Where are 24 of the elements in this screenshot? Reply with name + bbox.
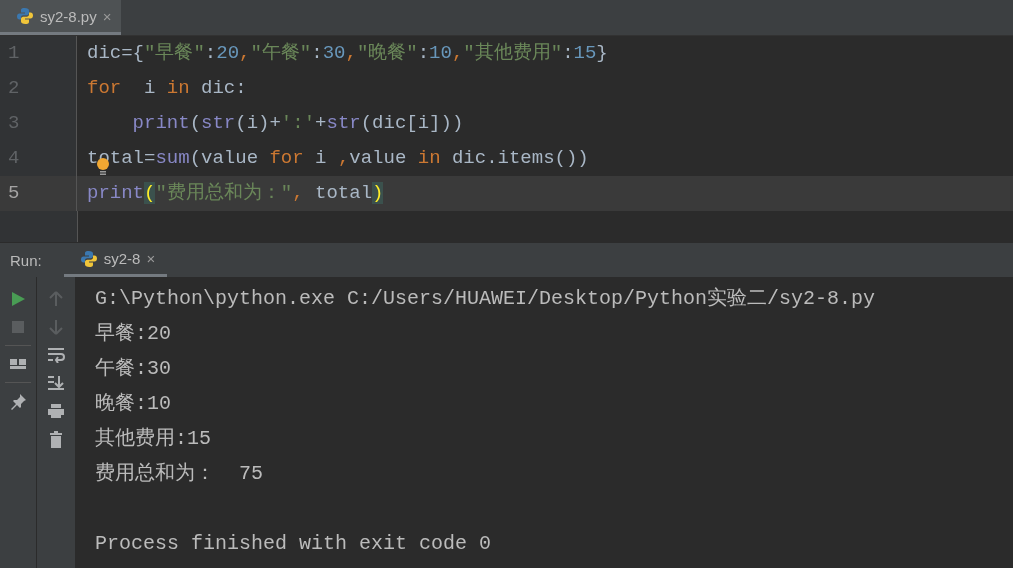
trash-icon[interactable] [49, 431, 63, 449]
line-number: 5 [0, 176, 77, 211]
close-icon[interactable]: × [102, 7, 112, 25]
printer-icon[interactable] [47, 403, 65, 419]
scroll-to-end-icon[interactable] [47, 375, 65, 391]
soft-wrap-icon[interactable] [47, 347, 65, 363]
python-icon [16, 7, 34, 25]
pin-icon[interactable] [9, 393, 27, 411]
editor-tab[interactable]: sy2-8.py × [0, 0, 122, 35]
run-label: Run: [9, 251, 43, 269]
code-line: dic={"早餐":20,"午餐":30,"晚餐":10,"其他费用":15} [86, 41, 609, 66]
console-line: 早餐:20 [95, 321, 172, 347]
python-icon [79, 249, 98, 268]
close-icon[interactable]: × [146, 250, 156, 267]
console-line: G:\Python\python.exe C:/Users/HUAWEI/Desktop/Python实验二/sy2-8.py [95, 286, 877, 312]
console-line: 费用总和为： 75 [95, 461, 264, 487]
console-line: 晚餐:10 [95, 391, 172, 417]
console-line: Process finished with exit code 0 [95, 531, 493, 557]
run-icon[interactable] [10, 291, 26, 307]
layout-icon[interactable] [9, 356, 27, 372]
console-line: 其他费用:15 [95, 426, 212, 452]
code-line: print(str(i)+':'+str(dic[i])) [131, 111, 465, 136]
code-line: for i in dic: [86, 76, 248, 101]
console-line: 午餐:30 [95, 356, 172, 382]
